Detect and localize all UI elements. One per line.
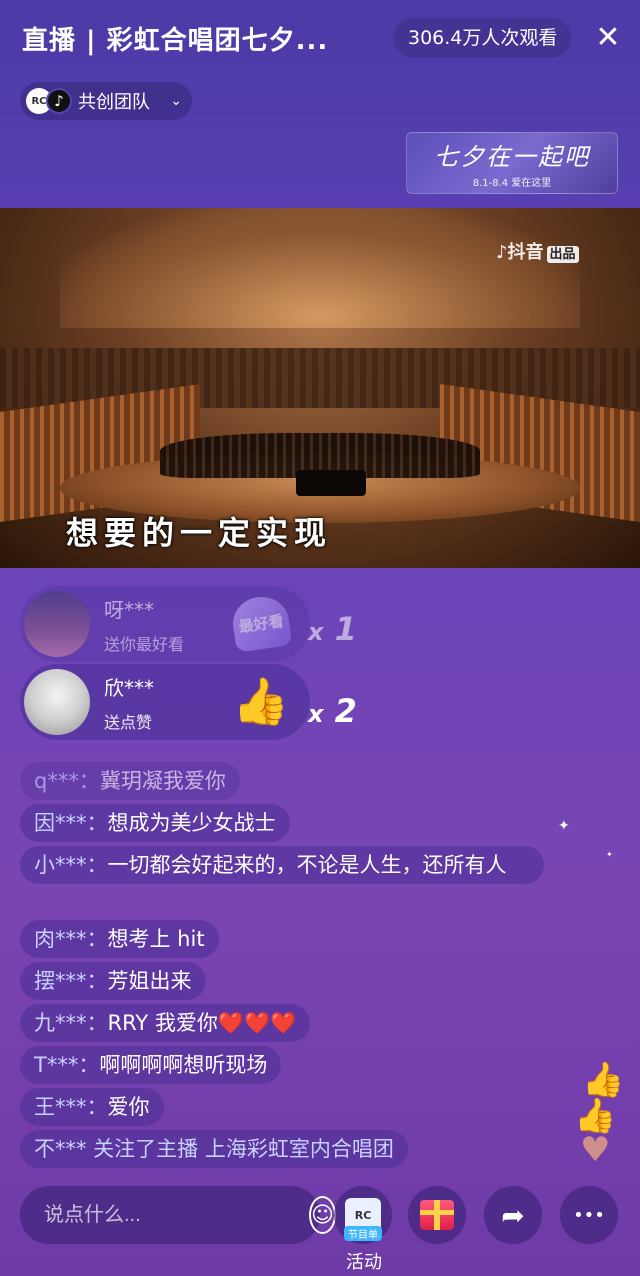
chat-username: 摆***： (34, 969, 108, 993)
sparkle-icon: ✦ (558, 818, 570, 834)
chat-username: 九***： (34, 1011, 108, 1035)
thumbs-up-gift-icon: 👍 (232, 673, 290, 728)
chat-text: 啊啊啊啊想听现场 (99, 1053, 268, 1077)
gift-sender: 呀*** (104, 597, 154, 622)
banner-title: 七夕在一起吧 (434, 143, 590, 171)
event-banner[interactable]: 七夕在一起吧 8.1-8.4 爱在这里 (406, 132, 618, 194)
chevron-down-icon: ⌄ (170, 93, 182, 109)
chat-text: RRY 我爱你❤️❤️❤️ (107, 1011, 297, 1035)
team-selector[interactable]: RC ♪ 共创团队 ⌄ (20, 82, 192, 120)
gift-icon (420, 1200, 454, 1230)
gift-row[interactable]: 呀*** 送你最好看 最好看 (20, 586, 310, 662)
chat-username: 肉***： (34, 927, 108, 951)
hall-ceiling (60, 208, 580, 328)
thumbs-up-icon: 👍 (582, 1060, 625, 1100)
comment-input[interactable] (44, 1203, 309, 1227)
close-button[interactable]: ✕ (590, 20, 626, 56)
chat-username: q***： (34, 769, 100, 793)
chat-message[interactable]: 王***：爱你 (20, 1088, 164, 1126)
more-button[interactable]: ••• (560, 1186, 618, 1244)
more-icon: ••• (573, 1204, 605, 1226)
heart-icon: ♥ (580, 1130, 611, 1170)
chat-username: 王***： (34, 1095, 108, 1119)
close-icon: ✕ (595, 20, 621, 55)
live-video[interactable]: ♪抖音 出品 想要的一定实现 (0, 208, 640, 568)
follow-notice[interactable]: 不*** 关注了主播 上海彩虹室内合唱团 (20, 1130, 408, 1168)
comment-box[interactable]: ☺ (20, 1186, 336, 1244)
chat-text: 爱你 (107, 1095, 150, 1119)
chat-text: 想成为美少女战士 (107, 811, 276, 835)
watermark-text: 抖音 (507, 242, 544, 263)
smiley-icon: ☺ (311, 1202, 334, 1228)
chat-message[interactable]: 九***：RRY 我爱你❤️❤️❤️ (20, 1004, 311, 1042)
chat-message[interactable]: 摆***：芳姐出来 (20, 962, 206, 1000)
chat-username: 因***： (34, 811, 108, 835)
gift-count: x 2 (308, 692, 357, 730)
chat-text: 一切都会好起来的，不论是人生，还所有人 (107, 853, 507, 877)
chat-username: 小***： (34, 853, 108, 877)
chat-text: 芳姐出来 (107, 969, 192, 993)
gift-description: 送点赞 (104, 712, 153, 732)
activity-tag: 节目单 (344, 1226, 382, 1241)
chat-text: 冀玥凝我爱你 (99, 769, 226, 793)
avatar[interactable] (24, 669, 90, 735)
watermark-tag: 出品 (546, 246, 579, 263)
chat-text: 想考上 hit (107, 927, 205, 951)
team-label: 共创团队 (78, 92, 150, 113)
heart-gift-icon: 最好看 (228, 590, 294, 656)
activity-button[interactable]: RC 节目单 (334, 1186, 392, 1244)
viewer-count[interactable]: 306.4万人次观看 (394, 18, 572, 58)
douyin-logo-icon: ♪ (46, 88, 72, 114)
gift-row[interactable]: 欣*** 送点赞 👍 (20, 664, 310, 740)
share-button[interactable]: ➦ (484, 1186, 542, 1244)
chat-message[interactable]: 肉***：想考上 hit (20, 920, 219, 958)
gift-description: 送你最好看 (104, 634, 185, 654)
chat-message[interactable]: 小***：一切都会好起来的，不论是人生，还所有人 (20, 846, 544, 884)
gift-count: x 1 (308, 610, 357, 648)
share-icon: ➦ (501, 1198, 525, 1232)
video-subtitle: 想要的一定实现 (66, 514, 333, 552)
emoji-button[interactable]: ☺ (309, 1196, 336, 1234)
douyin-note-icon: ♪ (496, 242, 508, 263)
stream-title: 直播 | 彩虹合唱团七夕... (22, 26, 329, 56)
avatar[interactable] (24, 591, 90, 657)
activity-label: 活动 (346, 1252, 382, 1273)
banner-subtitle: 8.1-8.4 爱在这里 (472, 178, 552, 189)
chat-username: 不*** (34, 1137, 87, 1161)
floating-likes: 👍 👍 ♥ (574, 1060, 624, 1170)
chat-username: T***： (34, 1053, 100, 1077)
chat-message[interactable]: 因***：想成为美少女战士 (20, 804, 290, 842)
chat-message[interactable]: T***：啊啊啊啊想听现场 (20, 1046, 282, 1084)
video-watermark: ♪抖音 出品 (496, 238, 579, 264)
gift-sender: 欣*** (104, 675, 154, 700)
gift-button[interactable] (408, 1186, 466, 1244)
chat-text: 关注了主播 上海彩虹室内合唱团 (86, 1137, 394, 1161)
piano (296, 470, 366, 496)
chat-message[interactable]: q***：冀玥凝我爱你 (20, 762, 240, 800)
sparkle-icon: ✦ (606, 850, 613, 859)
